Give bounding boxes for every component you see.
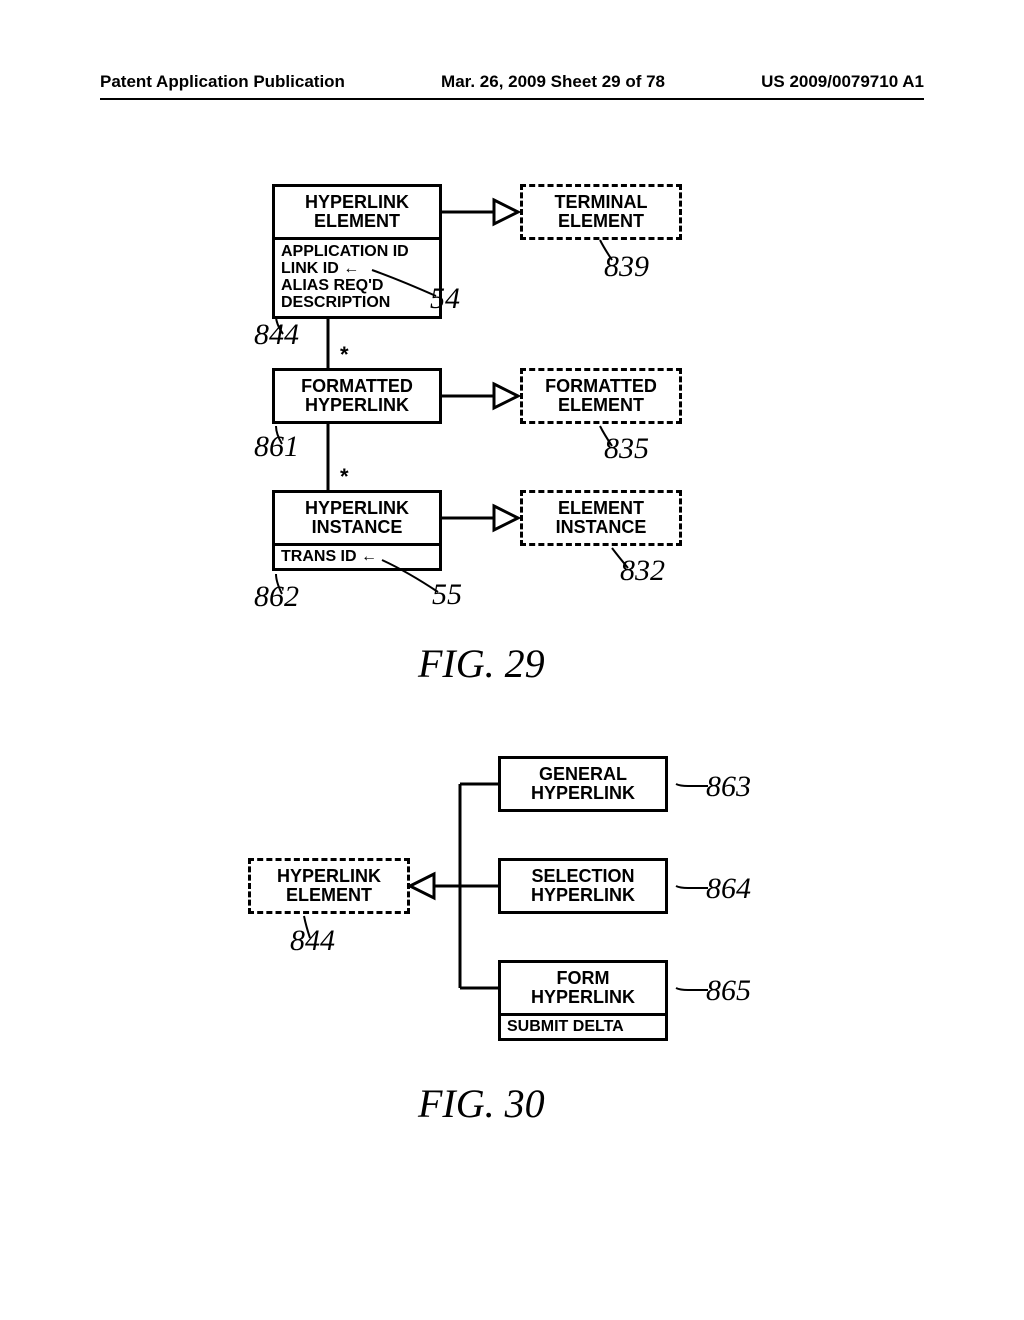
header-right: US 2009/0079710 A1 — [761, 72, 924, 92]
header-center: Mar. 26, 2009 Sheet 29 of 78 — [441, 72, 665, 92]
header-rule — [100, 98, 924, 100]
connectors-svg — [0, 120, 1024, 1300]
header-left: Patent Application Publication — [100, 72, 345, 92]
